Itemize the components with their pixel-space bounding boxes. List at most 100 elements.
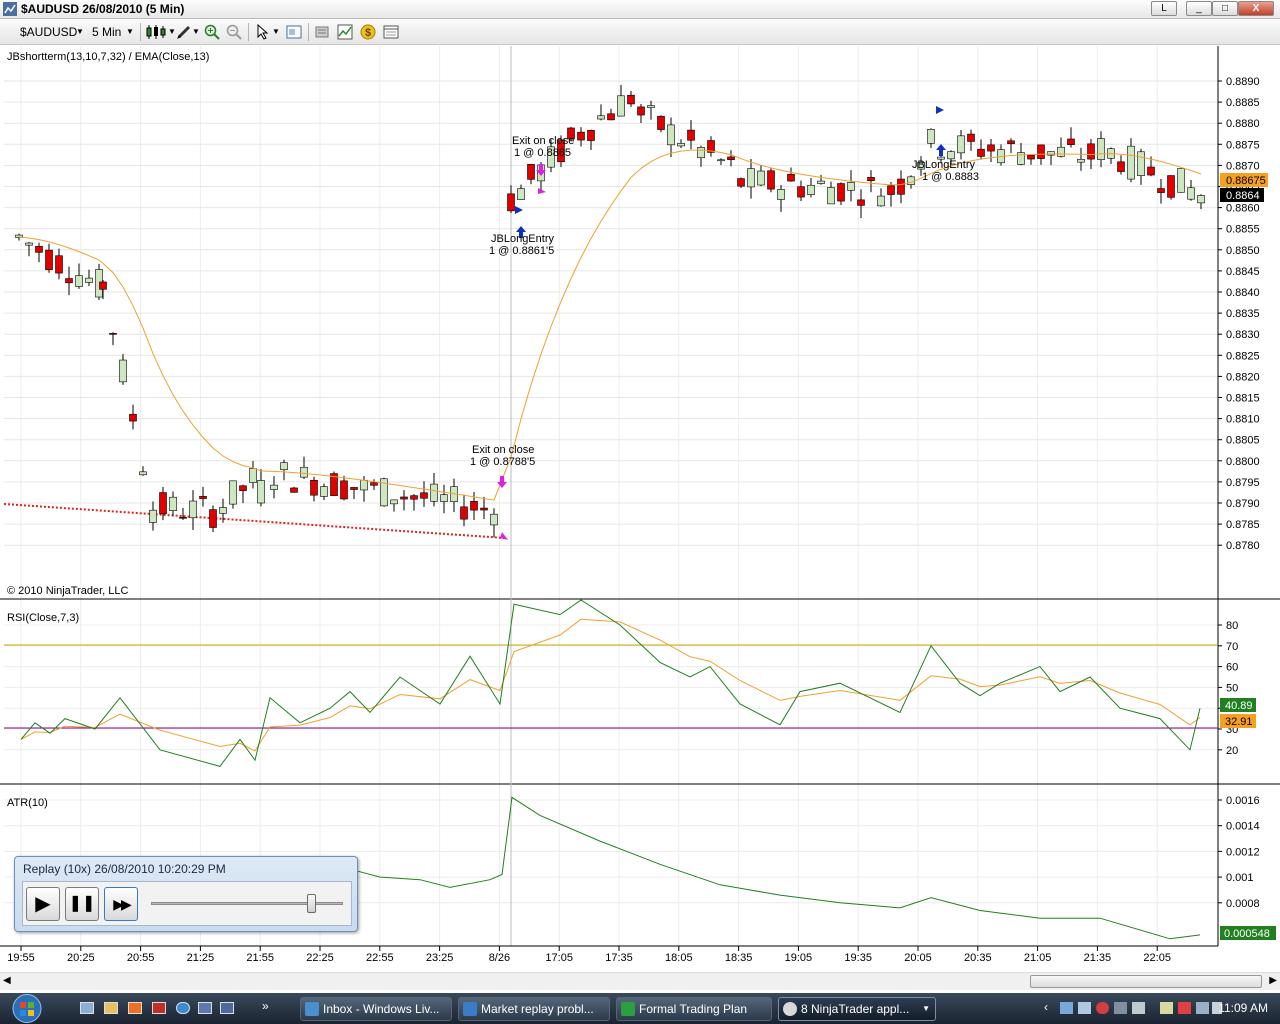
quicklaunch-explorer-icon[interactable] — [104, 1002, 118, 1014]
time-tick-label: 20:25 — [67, 952, 95, 964]
candle-body — [390, 499, 398, 505]
interval-selector[interactable]: 5 Min — [92, 24, 121, 40]
candle-body — [1027, 154, 1035, 160]
candle-body — [697, 147, 705, 159]
candle-body — [129, 413, 137, 422]
scroll-left-icon[interactable]: ◀ — [3, 975, 11, 986]
price-tick-label: 0.8875 — [1226, 139, 1260, 151]
data-box-icon[interactable] — [286, 24, 302, 40]
time-tick-label: 22:05 — [1143, 952, 1171, 964]
zoom-out-icon[interactable] — [226, 24, 242, 40]
taskbar-item-inbox[interactable]: Inbox - Windows Liv... — [300, 997, 452, 1021]
taskbar-clock[interactable]: 11:09 AM — [1218, 1001, 1268, 1015]
interval-chevron-down-icon[interactable]: ▼ — [126, 24, 134, 40]
link-button[interactable]: L — [1151, 1, 1177, 16]
pause-button[interactable]: ❚❚ — [65, 887, 99, 921]
zoom-in-icon[interactable] — [204, 24, 220, 40]
candle-body — [1057, 146, 1065, 157]
tray-expand-icon[interactable]: ‹ — [1044, 1000, 1048, 1014]
quicklaunch-app-icon[interactable] — [152, 1002, 166, 1014]
tray-icon[interactable] — [1060, 1002, 1073, 1014]
tray-icon[interactable] — [1096, 1002, 1109, 1014]
fast-forward-button[interactable]: ▶▶ — [104, 887, 138, 921]
time-tick-label: 8/26 — [489, 952, 510, 964]
candle-body — [587, 130, 595, 141]
candlestick-style-icon[interactable] — [145, 24, 167, 40]
tray-icon[interactable] — [1160, 1002, 1173, 1014]
candle-body — [310, 479, 318, 496]
candle-body — [987, 144, 995, 152]
candle-body — [807, 184, 815, 195]
time-tick-label: 19:05 — [785, 952, 813, 964]
scroll-right-icon[interactable]: ▶ — [1269, 975, 1277, 986]
tray-icon[interactable] — [1132, 1002, 1145, 1014]
taskbar-item-ninjatrader[interactable]: 8 NinjaTrader appl... ▼ — [778, 997, 936, 1021]
atr-tick-label: 0.0014 — [1226, 821, 1260, 833]
svg-text:$: $ — [365, 27, 371, 39]
toolbar-separator — [140, 23, 141, 41]
quicklaunch-desktop-icon[interactable] — [80, 1002, 94, 1014]
windows-taskbar: » Inbox - Windows Liv... Market replay p… — [0, 993, 1280, 1024]
candle-body — [827, 187, 835, 205]
maximize-button[interactable]: □ — [1212, 1, 1238, 16]
candle-body — [199, 496, 207, 499]
speed-slider-thumb[interactable] — [307, 894, 317, 913]
taskbar-item-trading-plan[interactable]: Formal Trading Plan — [616, 997, 772, 1021]
ninjatrader-icon — [783, 1002, 797, 1016]
properties-icon[interactable] — [314, 24, 330, 40]
price-panel-label: JBshortterm(13,10,7,32) / EMA(Close,13) — [7, 51, 209, 63]
horizontal-scrollbar[interactable]: ◀ ▶ — [0, 972, 1280, 990]
pointer-icon[interactable] — [256, 24, 270, 40]
candle-body — [907, 176, 915, 185]
replay-title: Replay (10x) 26/08/2010 10:20:29 PM — [23, 862, 226, 876]
quicklaunch-media-icon[interactable] — [128, 1002, 142, 1014]
instrument-selector[interactable]: $AUDUSD — [20, 24, 77, 40]
candle-body — [1087, 143, 1095, 160]
candle-body — [420, 492, 428, 499]
taskbar-item-browser[interactable]: Market replay probl... — [458, 997, 610, 1021]
candle-body — [239, 485, 247, 491]
candle-body — [65, 278, 73, 284]
candle-body — [360, 479, 368, 491]
scrollbar-thumb[interactable] — [1030, 975, 1262, 988]
chart-trader-icon[interactable] — [383, 24, 399, 40]
chart-area[interactable]: JBshortterm(13,10,7,32) / EMA(Close,13) … — [0, 46, 1280, 966]
candle-body — [300, 466, 308, 478]
quicklaunch-ie-icon[interactable] — [176, 1002, 190, 1014]
pointer-chevron-down-icon[interactable]: ▼ — [272, 24, 280, 40]
taskbar-item-label: Market replay probl... — [481, 1002, 594, 1016]
draw-tools-chevron-down-icon[interactable]: ▼ — [192, 24, 200, 40]
minimize-button[interactable]: _ — [1186, 1, 1212, 16]
ie-icon — [463, 1002, 477, 1016]
price-tick-label: 0.8835 — [1226, 308, 1260, 320]
quicklaunch-window2-icon[interactable] — [220, 1002, 234, 1014]
candle-body — [55, 255, 63, 274]
chart-style-chevron-down-icon[interactable]: ▼ — [168, 24, 176, 40]
replay-control-window[interactable]: Replay (10x) 26/08/2010 10:20:29 PM ▶ ❚❚… — [14, 856, 358, 932]
rsi-value-label: 40.89 — [1225, 700, 1253, 712]
network-icon[interactable] — [1196, 1002, 1209, 1014]
pencil-draw-icon[interactable] — [176, 24, 192, 40]
rsi-panel-label: RSI(Close,7,3) — [7, 612, 79, 624]
quicklaunch-overflow-icon[interactable]: » — [262, 999, 269, 1013]
tray-icon[interactable] — [1078, 1002, 1091, 1014]
candle-body — [1147, 166, 1155, 176]
windows-start-icon[interactable] — [8, 993, 46, 1024]
candle-body — [867, 177, 875, 181]
instrument-chevron-down-icon[interactable]: ▼ — [76, 24, 84, 40]
quicklaunch-window-icon[interactable] — [198, 1002, 212, 1014]
candle-body — [490, 513, 498, 526]
play-button[interactable]: ▶ — [26, 887, 60, 921]
strategy-dollar-icon[interactable]: $ — [360, 24, 376, 40]
exit-annotation-line1: Exit on close — [512, 135, 574, 147]
indicators-icon[interactable] — [337, 24, 353, 40]
candle-body — [507, 193, 515, 212]
atr-panel-label: ATR(10) — [7, 797, 48, 809]
chevron-down-icon[interactable]: ▼ — [922, 998, 930, 1020]
tray-icon[interactable] — [1114, 1002, 1127, 1014]
close-button[interactable]: X — [1238, 1, 1274, 16]
ninjatrader-app-icon — [3, 2, 17, 16]
tray-icon[interactable] — [1178, 1002, 1191, 1014]
time-tick-label: 21:55 — [246, 952, 274, 964]
price-tick-label: 0.8850 — [1226, 245, 1260, 257]
